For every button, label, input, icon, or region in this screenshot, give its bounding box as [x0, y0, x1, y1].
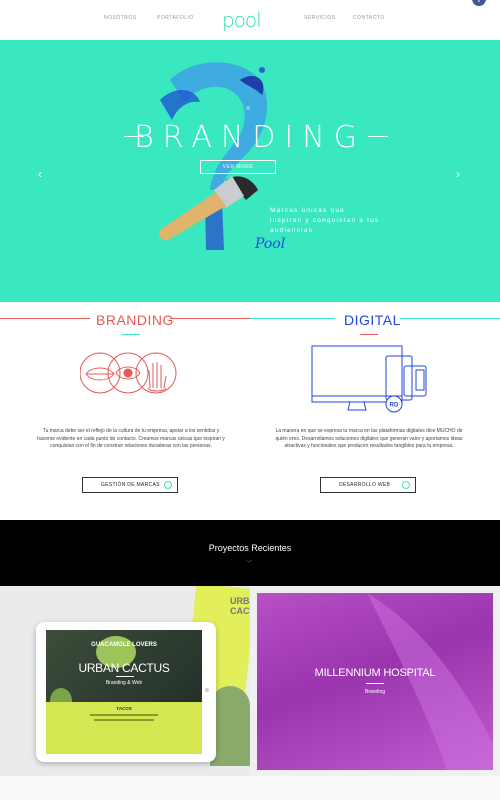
branding-icons	[80, 352, 177, 394]
next-projects-row	[0, 776, 500, 800]
tablet-screen: GUACAMOLE LOVERS URBAN CACTUS Branding &…	[46, 630, 202, 754]
circle-arrow-icon	[402, 481, 410, 489]
digital-rule-left	[250, 318, 335, 319]
tablet-icon	[385, 355, 413, 401]
digital-title: DIGITAL	[344, 312, 401, 328]
digital-description: La manera en que se expresa tu marca en …	[275, 428, 463, 449]
millennium-hospital-card[interactable]: MILLENNIUM HOSPITAL Branding	[257, 593, 493, 770]
chevron-left-icon[interactable]: ‹	[38, 168, 42, 180]
tablet-mockup: GUACAMOLE LOVERS URBAN CACTUS Branding &…	[36, 622, 216, 762]
hero-subtitle: Marcas únicas que inspiran y conquistan …	[270, 207, 380, 234]
desarrollo-web-button[interactable]: DESARROLLO WEB	[320, 477, 416, 493]
urban-cactus-title: URBAN CACTUS	[78, 661, 170, 675]
facebook-icon[interactable]: f	[472, 0, 486, 6]
hero-slider: BRANDING VER MORE ‹ › Marcas únicas que …	[0, 40, 500, 302]
tablet-home-button	[205, 688, 209, 692]
hero-cta-button[interactable]: VER MORE	[200, 160, 276, 174]
millennium-subtitle: Branding	[364, 689, 385, 695]
digital-rule-right	[400, 318, 500, 319]
rd-badge: RD	[390, 403, 399, 409]
urban-cactus-subtitle: Branding & Web	[105, 680, 143, 686]
bag-text: URBAN CACTUS	[230, 596, 250, 616]
monitor-icon	[311, 345, 403, 403]
branding-underline	[122, 334, 140, 335]
digital-underline	[360, 334, 378, 335]
gestion-marcas-label: GESTIÓN DE MARCAS	[101, 482, 160, 488]
top-nav: NOSOTROS PORTAFOLIO pool SERVICIOS CONTA…	[0, 0, 500, 40]
hand-icon	[148, 362, 167, 389]
hero-title: BRANDING	[134, 120, 366, 155]
cactus-plant	[210, 686, 250, 766]
chevron-down-icon[interactable]: ﹀	[246, 558, 252, 567]
nav-link-nosotros[interactable]: NOSOTROS	[104, 15, 137, 21]
logo[interactable]: pool	[222, 8, 262, 32]
hero-signature: Pool	[255, 236, 286, 252]
nav-link-servicios[interactable]: SERVICIOS	[304, 15, 336, 21]
branding-title: BRANDING	[96, 312, 174, 328]
projects-heading: Proyectos Recientes	[208, 543, 292, 553]
guacamole-lovers-text: GUACAMOLE LOVERS	[91, 642, 157, 648]
nav-link-contacto[interactable]: CONTACTO	[353, 15, 385, 21]
circle-arrow-icon	[164, 481, 172, 489]
page: NOSOTROS PORTAFOLIO pool SERVICIOS CONTA…	[0, 0, 500, 800]
nav-link-portafolio[interactable]: PORTAFOLIO	[157, 15, 194, 21]
chevron-right-icon[interactable]: ›	[456, 168, 460, 180]
gestion-marcas-button[interactable]: GESTIÓN DE MARCAS	[82, 477, 178, 493]
projects-band	[0, 520, 500, 586]
tacos-section: TACOS	[46, 702, 202, 754]
millennium-title: MILLENNIUM HOSPITAL	[314, 667, 436, 679]
title-line-right	[368, 136, 388, 137]
project-tile-urban-cactus[interactable]: URBAN CACTUS GUACAMOLE LOVERS URBAN CACT…	[0, 586, 250, 776]
branding-rule-left	[0, 318, 90, 319]
desarrollo-web-label: DESARROLLO WEB	[339, 482, 391, 488]
digital-devices-illustration: RD	[311, 345, 427, 413]
branding-description: Tu marca debe ser el reflejo de la cultu…	[37, 428, 225, 449]
branding-rule-right	[170, 318, 250, 319]
tacos-label: TACOS	[116, 706, 132, 711]
